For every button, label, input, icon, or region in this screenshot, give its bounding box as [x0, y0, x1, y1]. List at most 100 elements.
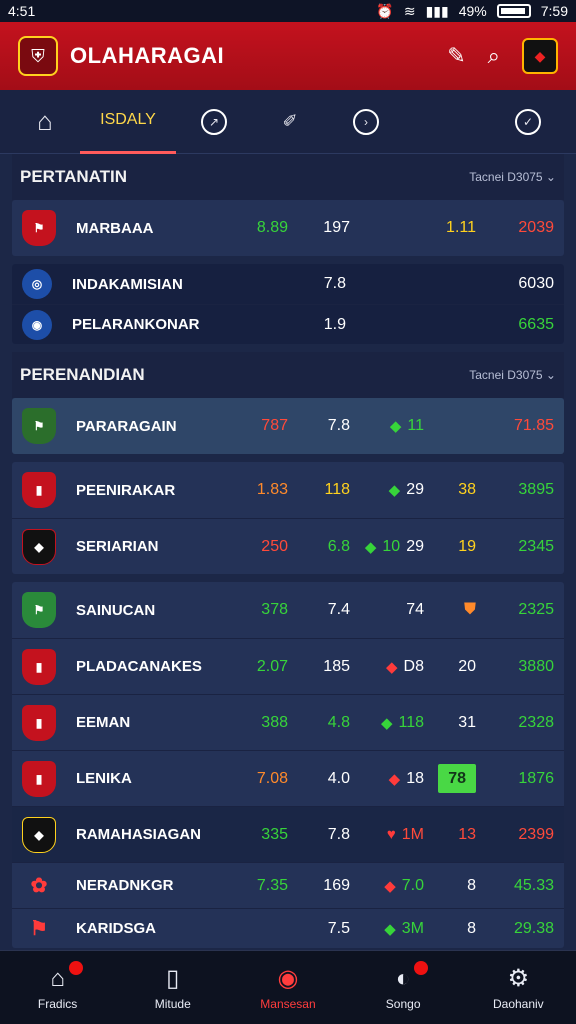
section-meta[interactable]: Tacnei D3075 ⌄: [469, 368, 556, 382]
nav-item-settings[interactable]: ⚙ Daohaniv: [463, 964, 573, 1011]
section-title: PERENANDIAN: [20, 365, 145, 384]
nav-item-stats[interactable]: ◐ Songo: [348, 960, 458, 1011]
team-name: SAINUCAN: [76, 601, 156, 619]
bottom-nav: ⌂ Fradics ▯ Mitude ◉ Mansesan ◐ Songo ⚙ …: [0, 950, 576, 1024]
tab-edit[interactable]: ✐: [252, 90, 328, 154]
team-crest-icon: ▮: [22, 760, 56, 797]
team-crest-icon: ◆: [22, 816, 56, 853]
odds-3-value: 1M: [401, 825, 424, 843]
tab-home[interactable]: ⌂: [10, 90, 80, 154]
table-row[interactable]: ◆ RAMAHASIAGAN 335 7.8 ♥ 1M 13 2399: [12, 806, 564, 862]
stripe-shield-icon: ⛊: [463, 601, 476, 618]
odds-3: ◆ D8: [350, 658, 424, 676]
odds-total: 45.33: [513, 876, 554, 894]
odds-3: ◆ 3M: [350, 920, 424, 938]
team-crest-icon: ◆: [22, 528, 56, 565]
nav-item-matches[interactable]: ▯ Mitude: [118, 964, 228, 1011]
odds-1: 378: [261, 601, 288, 618]
trend-up-icon: ◆: [364, 538, 377, 556]
app-logo-icon[interactable]: ⛨: [18, 36, 58, 76]
battery-icon: [496, 4, 531, 18]
alarm-icon: ⏰: [376, 2, 394, 19]
odds-2: 7.4: [327, 601, 350, 618]
table-row[interactable]: ⚑ MARBAAA 8.89 197 1.11 2039: [12, 200, 564, 256]
team-crest-icon: ▮: [22, 472, 56, 508]
odds-3: ◆ 10 29: [350, 538, 424, 556]
nav-label: Songo: [385, 996, 421, 1011]
header-actions: ✎ ⌕ ◆: [447, 38, 558, 74]
odds-4: 13: [458, 825, 476, 843]
match-card: ⚑ PARARAGAIN 787 7.8 ◆ 11 71.85: [12, 398, 564, 454]
odds-4: 31: [458, 713, 476, 731]
nav-label: Mansesan: [260, 997, 316, 1011]
odds-1: 1.83: [256, 481, 288, 498]
odds-1: 250: [261, 537, 288, 555]
odds-3: ◆ 7.0: [350, 877, 424, 895]
odds-4: 38: [458, 481, 476, 498]
team-name: RAMAHASIAGAN: [76, 826, 201, 843]
table-row[interactable]: ⚑ PARARAGAIN 787 7.8 ◆ 11 71.85: [12, 398, 564, 454]
tab-check[interactable]: ✓: [490, 90, 566, 154]
section-2: PERENANDIAN Tacnei D3075 ⌄ ⚑ PARARAGAIN …: [0, 352, 576, 948]
odds-2: 6.8: [327, 537, 350, 555]
profile-avatar[interactable]: ◆: [522, 38, 558, 74]
odds-4: 20: [458, 657, 476, 675]
check-icon: ✓: [515, 108, 541, 135]
home-icon: ⌂: [50, 964, 65, 992]
phone-icon: ▯: [166, 965, 180, 992]
table-row[interactable]: ▮ LENIKA 7.08 4.0 ◆ 18 78 1876: [12, 750, 564, 806]
tab-next[interactable]: ›: [328, 90, 404, 154]
team-name: PELARANKONAR: [72, 316, 200, 333]
odds-4: 19: [458, 537, 476, 555]
odds-2: 169: [323, 876, 350, 894]
team-name: NERADNKGR: [76, 877, 174, 894]
bow-icon: ✿: [30, 875, 48, 897]
odds-3: ◆ 18: [350, 770, 424, 788]
odds-2: 4.0: [327, 769, 350, 787]
nav-item-live[interactable]: ◉ Mansesan: [233, 964, 343, 1011]
odds-total: 2345: [518, 537, 554, 555]
odds-3-value: 7.0: [401, 876, 424, 894]
odds-4: 8: [467, 919, 476, 937]
table-row[interactable]: ◆ SERIARIAN 250 6.8 ◆ 10 29 19 2345: [12, 518, 564, 574]
odds-total: 3895: [518, 481, 554, 498]
match-card: ⚑ SAINUCAN 378 7.4 74 ⛊ 2325 ▮ PLADACANA…: [12, 582, 564, 948]
odds-4: 8: [467, 876, 476, 894]
odds-1: 2.07: [256, 657, 288, 675]
table-row[interactable]: ◉ PELARANKONAR 1.9 6635: [12, 304, 564, 344]
status-bar: 4:51 ⏰ ≋ ▮▮▮ 49% 7:59: [0, 0, 576, 22]
notification-dot: [68, 960, 83, 975]
odds-3-value: 18: [406, 769, 424, 787]
chart-icon: ◐: [395, 964, 411, 992]
pencil-icon: ✐: [282, 111, 298, 131]
odds-3-value: 29: [406, 481, 424, 498]
odds-3b-value: 29: [406, 537, 424, 555]
team-crest-icon: ⚑: [22, 408, 56, 444]
odds-pill[interactable]: 78: [438, 763, 476, 793]
tab-daily[interactable]: ISDALY: [80, 90, 176, 154]
search-icon[interactable]: ⌕: [488, 43, 500, 69]
match-card: ⚑ MARBAAA 8.89 197 1.11 2039: [12, 200, 564, 256]
match-card: ▮ PEENIRAKAR 1.83 118 ◆ 29 38 3895 ◆ SERI…: [12, 462, 564, 574]
team-crest-icon: ▮: [22, 648, 56, 685]
section-meta[interactable]: Tacnei D3075 ⌄: [469, 170, 556, 184]
table-row[interactable]: ▮ EEMAN 388 4.8 ◆ 118 31 2328: [12, 694, 564, 750]
notification-icon[interactable]: ✎: [447, 43, 465, 69]
table-row[interactable]: ▮ PLADACANAKES 2.07 185 ◆ D8 20 3880: [12, 638, 564, 694]
odds-2: 118: [324, 481, 350, 498]
table-row[interactable]: ⚑ KARIDSGA 7.5 ◆ 3M 8 29.38: [12, 908, 564, 948]
team-crest-icon: ⚑: [22, 210, 56, 246]
odds-2: 185: [323, 657, 350, 675]
team-name: MARBAAA: [76, 219, 154, 237]
table-row[interactable]: ⚑ SAINUCAN 378 7.4 74 ⛊ 2325: [12, 582, 564, 638]
team-name: KARIDSGA: [76, 920, 157, 937]
table-row[interactable]: ✿ NERADNKGR 7.35 169 ◆ 7.0 8 45.33: [12, 862, 564, 908]
nav-label: Daohaniv: [492, 997, 544, 1011]
team-crest-icon: ▮: [22, 704, 56, 741]
tab-clock[interactable]: ↗: [176, 90, 252, 154]
nav-item-home[interactable]: ⌂ Fradics: [3, 960, 113, 1011]
table-row[interactable]: ◎ INDAKAMISIAN 7.8 6030: [12, 264, 564, 304]
flag-icon: ⚑: [30, 918, 48, 940]
table-row[interactable]: ▮ PEENIRAKAR 1.83 118 ◆ 29 38 3895: [12, 462, 564, 518]
odds-total: 71.85: [513, 417, 554, 434]
